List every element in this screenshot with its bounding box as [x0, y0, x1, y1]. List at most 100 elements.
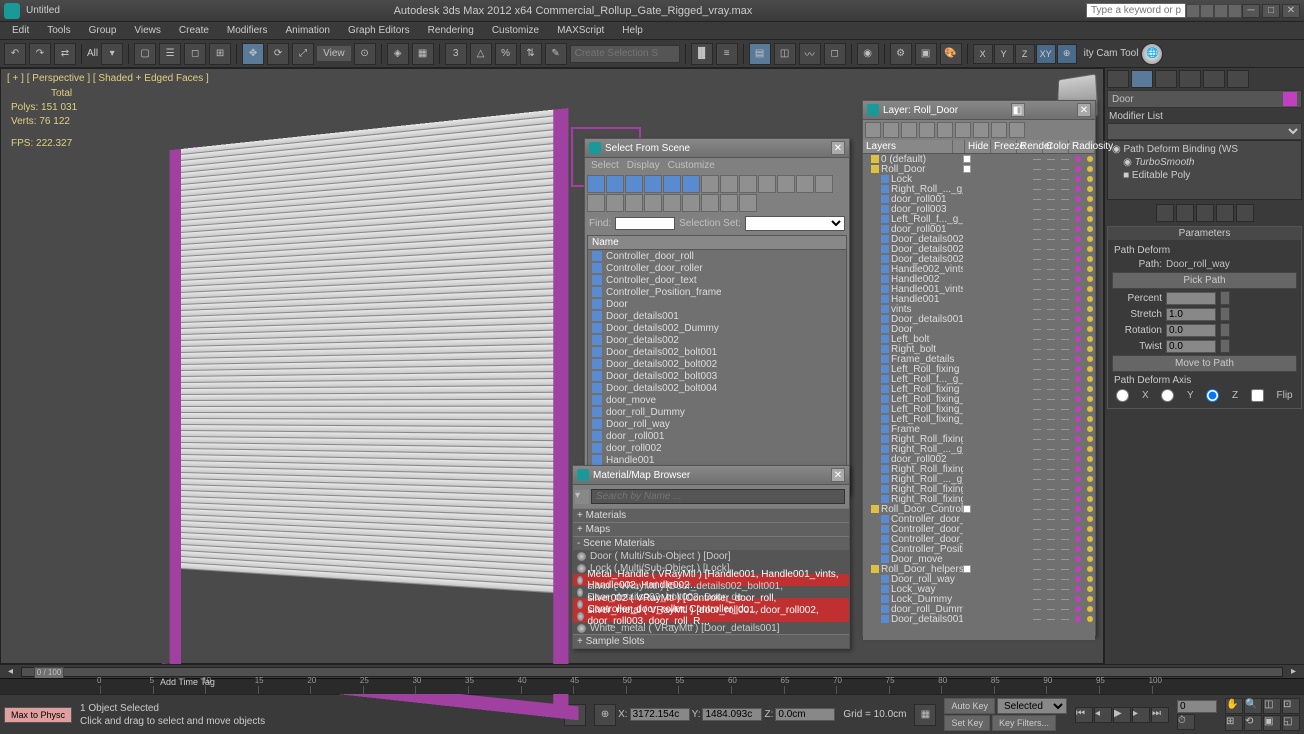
move-to-path-button[interactable]: Move to Path [1112, 355, 1297, 372]
percent-snap-button[interactable]: % [495, 43, 517, 65]
time-slider[interactable]: 0 / 100 [34, 667, 64, 679]
curve-editor-button[interactable]: 〰 [799, 43, 821, 65]
sel-menu-display[interactable]: Display [627, 160, 660, 171]
layer-row[interactable]: Roll_Door_helpers [863, 564, 1095, 574]
layer-tool-icon[interactable] [883, 122, 899, 138]
menu-rendering[interactable]: Rendering [420, 23, 482, 38]
layer-row[interactable]: Left_Roll_fixing_ [863, 414, 1095, 424]
constraint-z[interactable]: Z [1015, 44, 1035, 64]
schematic-button[interactable]: ◻ [824, 43, 846, 65]
layer-row[interactable]: Door_details001 [863, 614, 1095, 624]
sel-filter-icon[interactable] [587, 175, 605, 193]
keymode-button[interactable]: ▦ [412, 43, 434, 65]
menu-help[interactable]: Help [614, 23, 651, 38]
flip-checkbox[interactable] [1251, 389, 1264, 402]
menu-create[interactable]: Create [171, 23, 217, 38]
graphite-button[interactable]: ◫ [774, 43, 796, 65]
transform-type-icon[interactable]: ⊕ [594, 704, 616, 726]
scene-item[interactable]: door_roll002 [588, 442, 846, 454]
configure-icon[interactable] [1236, 204, 1254, 222]
layer-row[interactable]: 0 (default) [863, 154, 1095, 164]
layer-row[interactable]: Handle001_vints [863, 284, 1095, 294]
scene-item[interactable]: Door_details001 [588, 310, 846, 322]
make-unique-icon[interactable] [1196, 204, 1214, 222]
sel-filter-icon[interactable] [663, 194, 681, 212]
align-button[interactable]: ≡ [716, 43, 738, 65]
menu-graph editors[interactable]: Graph Editors [340, 23, 418, 38]
zoom-button[interactable]: 🔍 [1244, 698, 1262, 714]
move-button[interactable]: ✥ [242, 43, 264, 65]
sel-menu-customize[interactable]: Customize [668, 160, 715, 171]
sel-filter-icon[interactable] [796, 175, 814, 193]
sel-filter-icon[interactable] [587, 194, 605, 212]
scene-item[interactable]: Door_details002_bolt001 [588, 346, 846, 358]
scene-item[interactable]: Controller_door_text [588, 274, 846, 286]
materials-section[interactable]: + Materials [573, 508, 849, 522]
zoom-extents-button[interactable]: ⊡ [1282, 698, 1300, 714]
time-config-icon[interactable]: ⏱ [1177, 714, 1195, 730]
layer-row[interactable]: Left_bolt [863, 334, 1095, 344]
object-name-field[interactable]: Door [1112, 94, 1134, 105]
menu-views[interactable]: Views [126, 23, 169, 38]
scene-item[interactable]: Controller_Position_frame [588, 286, 846, 298]
layer-row[interactable]: vints [863, 304, 1095, 314]
layer-row[interactable]: Frame [863, 424, 1095, 434]
layer-row[interactable]: Door_roll_way [863, 574, 1095, 584]
next-frame-button[interactable]: ▸ [1132, 707, 1150, 723]
axis-z-radio[interactable] [1206, 389, 1219, 402]
edit-named-button[interactable]: ✎ [545, 43, 567, 65]
constraint-xy[interactable]: XY [1036, 44, 1056, 64]
layer-col-header[interactable]: Freeze [991, 140, 1017, 153]
window-crossing-button[interactable]: ⊞ [209, 43, 231, 65]
layer-button[interactable]: ▤ [749, 43, 771, 65]
spinner-icon[interactable] [1220, 339, 1230, 353]
material-editor-button[interactable]: ◉ [857, 43, 879, 65]
layer-tool-icon[interactable] [955, 122, 971, 138]
min-max-button[interactable]: ◱ [1282, 715, 1300, 731]
scene-item[interactable]: door_roll_Dummy [588, 406, 846, 418]
layer-row[interactable]: Lock_Dummy [863, 594, 1095, 604]
layer-row[interactable]: Controller_door_ [863, 514, 1095, 524]
layer-col-header[interactable]: Radiosity [1069, 140, 1095, 153]
add-time-tag[interactable]: Add Time Tag [160, 677, 215, 687]
layer-tool-icon[interactable] [1009, 122, 1025, 138]
undo-button[interactable]: ↶ [4, 43, 26, 65]
scene-item[interactable]: door _roll001 [588, 430, 846, 442]
stretch-input[interactable] [1166, 308, 1216, 321]
tab-utilities[interactable] [1227, 70, 1249, 88]
script-listener[interactable]: Max to Physc [4, 707, 72, 723]
sel-filter-icon[interactable] [777, 175, 795, 193]
options-icon[interactable]: ▾ [575, 490, 589, 504]
object-color-swatch[interactable] [1283, 92, 1297, 106]
sel-filter-icon[interactable] [606, 194, 624, 212]
layer-row[interactable]: Right_Roll_fixing [863, 464, 1095, 474]
layer-row[interactable]: Right_Roll_fixing [863, 434, 1095, 444]
modifier-list-dropdown[interactable] [1107, 123, 1302, 140]
ref-coord-label[interactable]: View [317, 46, 351, 61]
close-icon[interactable]: ✕ [1282, 4, 1300, 18]
spinner-icon[interactable] [1220, 323, 1230, 337]
sel-filter-icon[interactable] [644, 194, 662, 212]
filter-button[interactable]: ▾ [101, 43, 123, 65]
tab-display[interactable] [1203, 70, 1225, 88]
menu-modifiers[interactable]: Modifiers [219, 23, 276, 38]
name-column-header[interactable]: Name [588, 236, 846, 250]
autokey-button[interactable]: Auto Key [944, 698, 995, 714]
layer-row[interactable]: door_roll001 [863, 194, 1095, 204]
select-region-button[interactable]: ◻ [184, 43, 206, 65]
scene-item[interactable]: Door_details002_bolt002 [588, 358, 846, 370]
app-icon[interactable] [4, 3, 20, 19]
sel-filter-icon[interactable] [682, 175, 700, 193]
select-object-button[interactable]: ▢ [134, 43, 156, 65]
help2-icon[interactable] [1228, 4, 1242, 18]
sel-filter-icon[interactable] [644, 175, 662, 193]
maps-section[interactable]: + Maps [573, 522, 849, 536]
angle-snap-button[interactable]: △ [470, 43, 492, 65]
layer-row[interactable]: Right_Roll_..._g_s [863, 444, 1095, 454]
zoom-all-button[interactable]: ⊞ [1225, 715, 1243, 731]
layer-row[interactable]: Door_move [863, 554, 1095, 564]
layer-row[interactable]: Right_Roll_..._g_s [863, 474, 1095, 484]
scene-item[interactable]: Controller_door_roller [588, 262, 846, 274]
sel-filter-icon[interactable] [739, 194, 757, 212]
layer-col-header[interactable]: Render [1017, 140, 1043, 153]
